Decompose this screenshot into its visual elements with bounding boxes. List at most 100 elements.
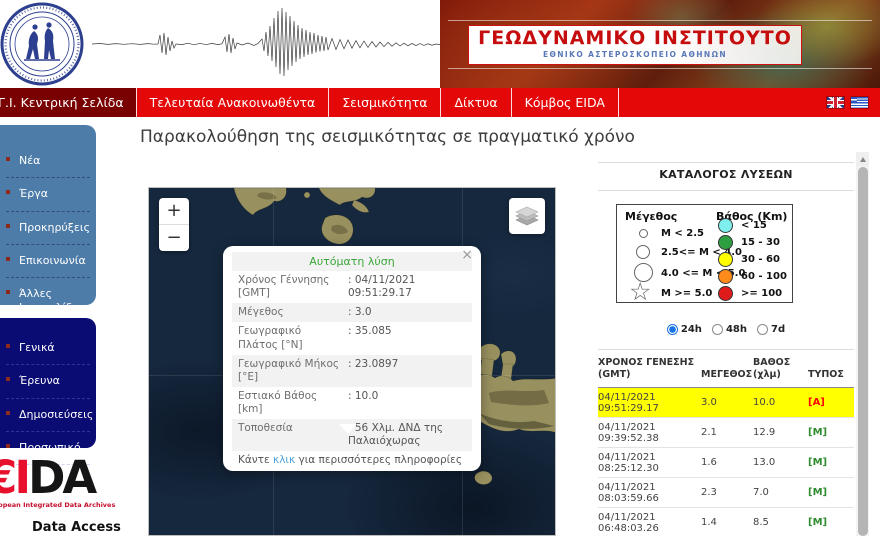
bullet-icon bbox=[6, 290, 10, 294]
col-header-magnitude: ΜΕΓΕΘΟΣ bbox=[701, 369, 753, 387]
radio-48h[interactable]: 48h bbox=[712, 324, 747, 335]
sidebar-item-label: Έρευνα bbox=[19, 374, 60, 387]
radio-icon bbox=[757, 324, 768, 335]
bullet-icon bbox=[6, 190, 10, 194]
seismogram-trace-image bbox=[92, 4, 440, 84]
cell-type: [M] bbox=[808, 517, 854, 528]
nav-item-announcements[interactable]: Τελευταία Ανακοινωθέντα bbox=[136, 88, 329, 117]
col-header-text: ΤΥΠΟΣ bbox=[808, 369, 854, 381]
institute-banner: ΓΕΩΔΥΝΑΜΙΚΟ ΙΝΣΤΙΤΟΥΤΟ ΕΘΝΙΚΟ ΑΣΤΕΡΟΣΚΟΠ… bbox=[440, 0, 880, 88]
radio-7d[interactable]: 7d bbox=[757, 324, 785, 335]
cell-type: [M] bbox=[808, 487, 854, 498]
sidebar-item-contact[interactable]: Επικοινωνία bbox=[6, 245, 90, 278]
cell-time: 04/11/2021 09:51:29.17 bbox=[598, 392, 701, 414]
main-navigation: Γ.Ι. Κεντρική Σελίδα Τελευταία Ανακοινωθ… bbox=[0, 88, 880, 117]
eida-logo[interactable]: €IDA European Integrated Data Archives D… bbox=[0, 455, 126, 535]
legend-label: M >= 5.0 bbox=[661, 288, 712, 299]
sidebar-item-projects[interactable]: Έργα bbox=[6, 178, 90, 211]
sidebar-item-news[interactable]: Νέα bbox=[6, 145, 90, 178]
cell-time: 04/11/2021 09:39:52.38 bbox=[598, 422, 701, 444]
radio-label: 48h bbox=[726, 324, 747, 335]
sidebar-item-publications[interactable]: Δημοσιεύσεις bbox=[6, 399, 90, 432]
institute-title-box: ΓΕΩΔΥΝΑΜΙΚΟ ΙΝΣΤΙΤΟΥΤΟ ΕΘΝΙΚΟ ΑΣΤΕΡΟΣΚΟΠ… bbox=[468, 25, 802, 65]
scroll-up-button[interactable] bbox=[856, 152, 869, 166]
popup-row-longitude: Γεωγραφικό Μήκος [°E] : 23.0897 bbox=[232, 355, 472, 387]
depth-30-60-circle-icon bbox=[718, 252, 733, 267]
sidebar-item-label: Προκηρύξεις bbox=[19, 221, 90, 234]
popup-row-value: : 3.0 bbox=[344, 303, 472, 322]
sidebar-item-calls[interactable]: Προκηρύξεις bbox=[6, 212, 90, 245]
cell-depth: 7.0 bbox=[753, 487, 808, 498]
col-header-time: ΧΡΟΝΟΣ ΓΕΝΕΣΗΣ (GMT) bbox=[598, 357, 701, 387]
layers-button[interactable] bbox=[509, 198, 545, 234]
nav-item-home[interactable]: Γ.Ι. Κεντρική Σελίδα bbox=[0, 88, 136, 117]
time-filter-group: 24h 48h 7d bbox=[598, 324, 854, 335]
cell-type: [M] bbox=[808, 457, 854, 468]
bullet-icon bbox=[6, 444, 10, 448]
table-row[interactable]: 04/11/2021 06:48:03.26 1.4 8.5 [M] bbox=[598, 508, 854, 536]
cell-depth: 8.5 bbox=[753, 517, 808, 528]
cell-time: 04/11/2021 08:25:12.30 bbox=[598, 452, 701, 474]
table-header-row: ΧΡΟΝΟΣ ΓΕΝΕΣΗΣ (GMT) ΜΕΓΕΘΟΣ ΒΑΘΟΣ (χλμ)… bbox=[598, 354, 854, 388]
earthquake-popup: × Αυτόματη λύση Χρόνος Γέννησης [GMT] : … bbox=[223, 246, 481, 471]
page: ΓΕΩΔΥΝΑΜΙΚΟ ΙΝΣΤΙΤΟΥΤΟ ΕΘΝΙΚΟ ΑΣΤΕΡΟΣΚΟΠ… bbox=[0, 0, 880, 536]
eida-caption: European Integrated Data Archives bbox=[0, 501, 126, 509]
radio-label: 24h bbox=[681, 324, 702, 335]
seismicity-map[interactable]: + − × Αυτόματη λύση Χρόνος Γέννησης [GMT… bbox=[148, 187, 556, 536]
col-header-text: (χλμ) bbox=[753, 369, 808, 381]
bullet-icon bbox=[6, 157, 10, 161]
popup-row-value: : 10.0 bbox=[344, 387, 472, 419]
magnitude-small-circle-icon bbox=[639, 229, 648, 238]
page-title: Παρακολούθηση της σεισμικότητας σε πραγμ… bbox=[140, 127, 635, 147]
table-row[interactable]: 04/11/2021 08:03:59.66 2.3 7.0 [M] bbox=[598, 478, 854, 508]
zoom-out-button[interactable]: − bbox=[159, 225, 189, 251]
cell-depth: 13.0 bbox=[753, 457, 808, 468]
popup-row-latitude: Γεωγραφικό Πλάτος [°N] : 35.085 bbox=[232, 322, 472, 354]
legend-label: M < 2.5 bbox=[661, 228, 704, 239]
popup-row-label: Χρόνος Γέννησης [GMT] bbox=[232, 271, 344, 303]
cell-magnitude: 2.3 bbox=[701, 487, 753, 498]
zoom-in-button[interactable]: + bbox=[159, 198, 189, 225]
popup-row-label: Γεωγραφικό Μήκος [°E] bbox=[232, 355, 344, 387]
popup-row-depth: Εστιακό Βάθος [km] : 10.0 bbox=[232, 387, 472, 419]
sidebar-item-research[interactable]: Έρευνα bbox=[6, 365, 90, 398]
popup-footer: Κάντε κλικ για περισσότερες πληροφορίες bbox=[232, 451, 472, 468]
nav-item-seismicity[interactable]: Σεισμικότητα bbox=[328, 88, 440, 117]
scrollbar[interactable] bbox=[856, 152, 869, 536]
more-info-link[interactable]: κλικ bbox=[273, 454, 295, 466]
close-icon[interactable]: × bbox=[461, 247, 473, 263]
sidebar-item-general[interactable]: Γενικά bbox=[6, 332, 90, 365]
panel-divider bbox=[598, 162, 854, 163]
cell-time: 04/11/2021 06:48:03.26 bbox=[598, 512, 701, 534]
sidebar-item-label: Επικοινωνία bbox=[19, 254, 86, 267]
nav-item-eida-node[interactable]: Κόμβος EIDA bbox=[511, 88, 619, 117]
banner-divider bbox=[448, 20, 872, 21]
depth-gte100-circle-icon bbox=[718, 286, 733, 301]
sidebar-item-label: Γενικά bbox=[19, 341, 55, 354]
popup-row-value: : 23.0897 bbox=[344, 355, 472, 387]
table-row[interactable]: 04/11/2021 09:51:29.17 3.0 10.0 [A] bbox=[598, 388, 854, 418]
radio-icon bbox=[667, 324, 678, 335]
scrollbar-thumb[interactable] bbox=[858, 167, 868, 536]
earthquake-table: ΧΡΟΝΟΣ ΓΕΝΕΣΗΣ (GMT) ΜΕΓΕΘΟΣ ΒΑΘΟΣ (χλμ)… bbox=[598, 354, 854, 536]
cell-magnitude: 1.4 bbox=[701, 517, 753, 528]
cell-depth: 12.9 bbox=[753, 427, 808, 438]
table-row[interactable]: 04/11/2021 08:25:12.30 1.6 13.0 [M] bbox=[598, 448, 854, 478]
depth-15-30-circle-icon bbox=[718, 235, 733, 250]
legend-label: 60 - 100 bbox=[741, 271, 787, 282]
popup-row-origin-time: Χρόνος Γέννησης [GMT] : 04/11/2021 09:51… bbox=[232, 271, 472, 303]
flag-uk-icon[interactable] bbox=[827, 97, 844, 108]
nav-item-networks[interactable]: Δίκτυα bbox=[440, 88, 510, 117]
col-header-text: ΒΑΘΟΣ bbox=[753, 357, 808, 369]
layers-icon bbox=[515, 205, 539, 227]
flag-greece-icon[interactable] bbox=[851, 97, 868, 108]
data-access-link[interactable]: Data Access bbox=[32, 520, 126, 535]
table-row[interactable]: 04/11/2021 09:39:52.38 2.1 12.9 [M] bbox=[598, 418, 854, 448]
header: ΓΕΩΔΥΝΑΜΙΚΟ ΙΝΣΤΙΤΟΥΤΟ ΕΘΝΙΚΟ ΑΣΤΕΡΟΣΚΟΠ… bbox=[0, 0, 880, 88]
legend-label: >= 100 bbox=[741, 288, 782, 299]
cell-time: 04/11/2021 08:03:59.66 bbox=[598, 482, 701, 504]
radio-24h[interactable]: 24h bbox=[667, 324, 702, 335]
legend-magnitude-title: Μέγεθος bbox=[625, 210, 677, 223]
popup-footer-text: Κάντε bbox=[238, 454, 273, 466]
panel-divider bbox=[598, 349, 854, 350]
